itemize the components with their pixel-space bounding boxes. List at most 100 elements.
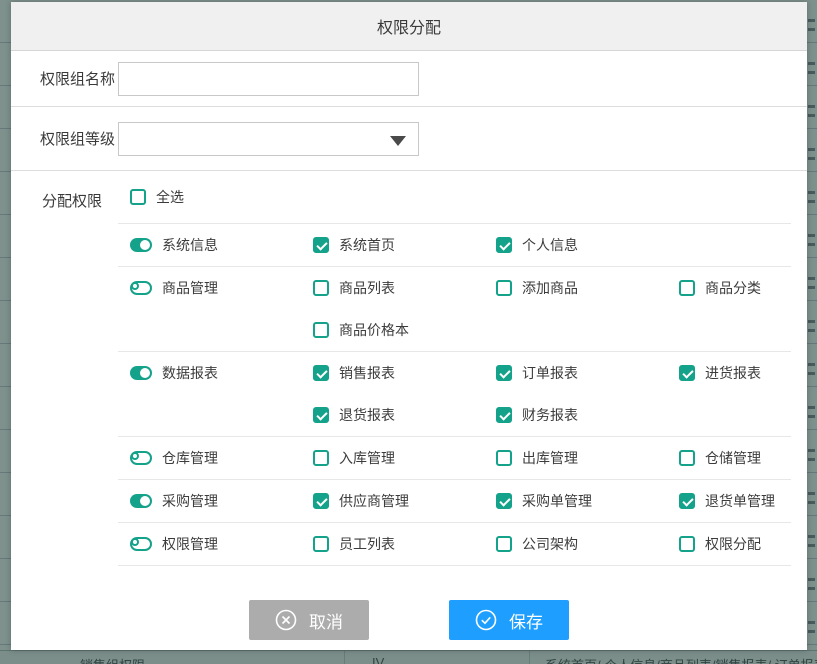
permission-checkbox[interactable] — [679, 365, 695, 381]
group-toggle-switch[interactable] — [130, 366, 152, 380]
permission-checkbox[interactable] — [313, 237, 329, 253]
permission-label: 出库管理 — [522, 448, 578, 468]
group-name-label: 系统信息 — [162, 235, 218, 255]
permission-label: 供应商管理 — [339, 491, 409, 511]
permission-label: 商品列表 — [339, 278, 395, 298]
permission-checkbox[interactable] — [496, 237, 512, 253]
group-toggle-switch[interactable] — [130, 494, 152, 508]
permission-item: 退货报表 — [301, 394, 484, 436]
permission-label: 采购单管理 — [522, 491, 592, 511]
select-all-row: 全选 — [118, 171, 791, 224]
cancel-button[interactable]: 取消 — [249, 600, 369, 640]
permission-item: 入库管理 — [301, 437, 484, 479]
permission-label: 员工列表 — [339, 534, 395, 554]
permission-item: 供应商管理 — [301, 480, 484, 522]
background-page-right-edge — [807, 0, 817, 664]
permission-item: 员工列表 — [301, 523, 484, 565]
permission-label: 商品价格本 — [339, 320, 409, 340]
group-level-label: 权限组等级 — [11, 128, 118, 149]
group-toggle-switch[interactable] — [130, 238, 152, 252]
select-all-checkbox[interactable] — [130, 189, 146, 205]
permission-assign-dialog: 权限分配 权限组名称 权限组等级 分配权限 全选 系统信息 系统首页 个人信息商品管… — [11, 2, 807, 650]
group-level-select[interactable] — [118, 122, 419, 156]
group-toggle-switch[interactable] — [130, 451, 152, 465]
assign-permissions-section: 分配权限 全选 系统信息 系统首页 个人信息商品管理 商品列表 添加商品 商品分类商品价格… — [11, 171, 807, 566]
permission-label: 添加商品 — [522, 278, 578, 298]
permission-item: 添加商品 — [484, 267, 667, 309]
permission-checkbox[interactable] — [313, 280, 329, 296]
save-button-label: 保存 — [509, 608, 543, 633]
permissions-matrix: 全选 系统信息 系统首页 个人信息商品管理 商品列表 添加商品 商品分类商品价格本数据报表… — [118, 171, 791, 566]
group-toggle-switch[interactable] — [130, 281, 152, 295]
permission-checkbox[interactable] — [496, 450, 512, 466]
toggle-knob — [140, 496, 150, 506]
permission-checkbox[interactable] — [679, 536, 695, 552]
group-name-label: 数据报表 — [162, 363, 218, 383]
permission-checkbox[interactable] — [679, 280, 695, 296]
permission-label: 入库管理 — [339, 448, 395, 468]
permission-checkbox[interactable] — [679, 450, 695, 466]
background-page-left-edge — [0, 0, 11, 664]
group-toggle-switch[interactable] — [130, 537, 152, 551]
group-name-label: 仓库管理 — [162, 448, 218, 468]
permission-item: 个人信息 — [484, 224, 667, 266]
permission-item: 进货报表 — [667, 352, 807, 394]
permission-checkbox[interactable] — [313, 450, 329, 466]
permission-label: 订单报表 — [522, 363, 578, 383]
permission-checkbox[interactable] — [313, 407, 329, 423]
group-name-label: 商品管理 — [162, 278, 218, 298]
permission-label: 退货报表 — [339, 405, 395, 425]
permission-item: 商品分类 — [667, 267, 807, 309]
permission-label: 系统首页 — [339, 235, 395, 255]
permission-checkbox[interactable] — [313, 322, 329, 338]
group-toggle-cell: 商品管理 — [118, 267, 301, 309]
permission-checkbox[interactable] — [496, 365, 512, 381]
permission-item: 公司架构 — [484, 523, 667, 565]
permission-checkbox[interactable] — [679, 493, 695, 509]
permission-groups: 系统信息 系统首页 个人信息商品管理 商品列表 添加商品 商品分类商品价格本数据报表 销售报… — [118, 224, 791, 566]
permission-checkbox[interactable] — [496, 407, 512, 423]
save-button[interactable]: 保存 — [449, 600, 569, 640]
permission-label: 财务报表 — [522, 405, 578, 425]
group-name-label: 权限组名称 — [11, 68, 118, 89]
permission-checkbox[interactable] — [313, 493, 329, 509]
permission-checkbox[interactable] — [496, 493, 512, 509]
dialog-footer: 取消 保存 — [11, 600, 807, 644]
toggle-knob — [131, 452, 139, 460]
permission-item: 权限分配 — [667, 523, 807, 565]
permission-item: 仓储管理 — [667, 437, 807, 479]
group-level-row: 权限组等级 — [11, 107, 807, 171]
permission-label: 退货单管理 — [705, 491, 775, 511]
group-name-label: 采购管理 — [162, 491, 218, 511]
permission-label: 销售报表 — [339, 363, 395, 383]
permission-checkbox[interactable] — [313, 536, 329, 552]
permission-checkbox[interactable] — [496, 280, 512, 296]
toggle-knob — [131, 282, 139, 290]
background-row-permissions: 系统首页/ 个人信息/商品列表/销售报表/ 订单报表/ 退货报表/ 财务报表 — [530, 651, 817, 664]
permission-label: 商品分类 — [705, 278, 761, 298]
permission-item: 商品价格本 — [301, 309, 484, 351]
permission-label: 个人信息 — [522, 235, 578, 255]
permission-group-row: 系统信息 系统首页 个人信息 — [118, 224, 791, 267]
dialog-title: 权限分配 — [377, 14, 441, 38]
toggle-knob — [140, 240, 150, 250]
permission-item: 订单报表 — [484, 352, 667, 394]
permission-checkbox[interactable] — [496, 536, 512, 552]
background-table-row: 销售组权限 IV 系统首页/ 个人信息/商品列表/销售报表/ 订单报表/ 退货报… — [0, 650, 817, 664]
permission-group-row: 商品管理 商品列表 添加商品 商品分类商品价格本 — [118, 267, 791, 352]
group-toggle-cell: 系统信息 — [118, 224, 301, 266]
permission-label: 权限分配 — [705, 534, 761, 554]
group-toggle-cell: 仓库管理 — [118, 437, 301, 479]
permission-group-row: 权限管理 员工列表 公司架构 权限分配 — [118, 523, 791, 566]
toggle-knob — [140, 368, 150, 378]
assign-permissions-label: 分配权限 — [11, 171, 118, 566]
permission-item: 退货单管理 — [667, 480, 807, 522]
group-name-label: 权限管理 — [162, 534, 218, 554]
group-name-input[interactable] — [118, 62, 419, 96]
save-circle-check-icon — [475, 609, 497, 631]
permission-label: 进货报表 — [705, 363, 761, 383]
permission-checkbox[interactable] — [313, 365, 329, 381]
background-row-name: 销售组权限 — [0, 651, 345, 664]
background-row-level: IV — [345, 651, 530, 664]
group-name-row: 权限组名称 — [11, 51, 807, 107]
